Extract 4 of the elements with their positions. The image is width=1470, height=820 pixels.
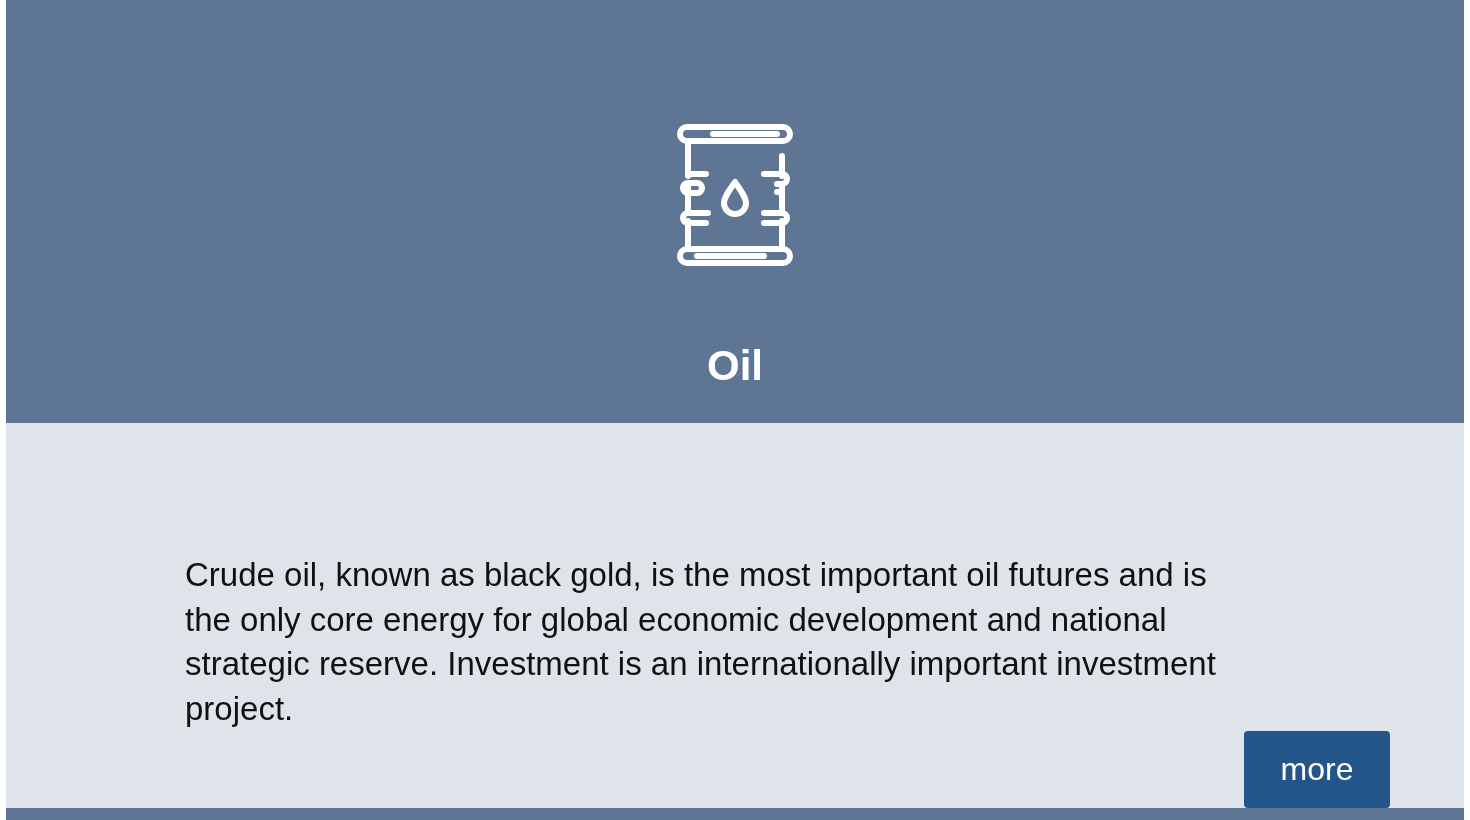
more-button[interactable]: more [1244, 731, 1390, 808]
description-text: Crude oil, known as black gold, is the most important oil futures and is the only core energy for global economic development and national strategic reserve. Investment is an internationally important investment project. [185, 555, 1217, 729]
oil-barrel-icon [677, 124, 793, 266]
card-title: Oil [707, 341, 763, 391]
